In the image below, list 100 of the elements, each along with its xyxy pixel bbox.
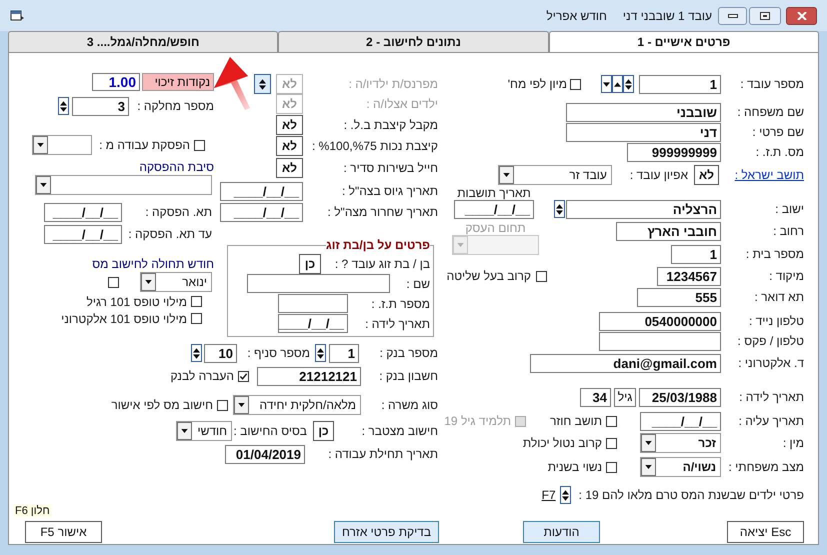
checkbox[interactable]	[194, 140, 205, 150]
checkbox[interactable]	[606, 462, 617, 472]
checkbox[interactable]	[238, 370, 249, 382]
text-field[interactable]: __/__/____	[640, 412, 721, 430]
credit-points-field[interactable]: 1.00	[92, 73, 140, 91]
caret-down-icon	[457, 243, 464, 247]
minimize-button[interactable]	[718, 6, 747, 24]
checkbox[interactable]	[108, 276, 119, 288]
checkbox[interactable]	[536, 270, 547, 282]
tab[interactable]: פרטים אישיים - 1	[548, 31, 819, 52]
dropdown[interactable]: נשוי/ה	[640, 457, 721, 477]
field-label: שם משפחה :	[737, 105, 804, 119]
text-field[interactable]	[247, 274, 390, 293]
link[interactable]: תושב ישראל :	[734, 166, 804, 184]
toggle-button[interactable]: לא	[276, 136, 303, 156]
text-field[interactable]: חובבי הארץ	[616, 222, 721, 240]
text-field[interactable]: dani@gmail.com	[530, 354, 721, 372]
field-label: תאריך עליה :	[738, 414, 804, 428]
text-field[interactable]: __/__/____	[44, 224, 122, 244]
dropdown[interactable]	[32, 135, 92, 155]
toggle-button[interactable]: לא	[276, 115, 303, 135]
link[interactable]: F7	[542, 486, 556, 504]
text-field[interactable]: שובבני	[566, 102, 721, 122]
checkbox[interactable]	[570, 78, 581, 90]
text-field[interactable]: דני	[566, 122, 721, 142]
text-field[interactable]: 1	[671, 244, 721, 264]
dropdown[interactable]: עובד זר	[498, 165, 612, 185]
toggle-button[interactable]: לא	[276, 158, 303, 178]
dialog-button[interactable]: הודעות	[523, 521, 600, 543]
text-field[interactable]: 25/03/1988	[639, 388, 721, 406]
field-label: סוג משרה :	[381, 398, 438, 412]
text-field[interactable]: 3	[72, 96, 129, 116]
field-label: חשבון בנק :	[379, 369, 438, 383]
dropdown-button[interactable]	[641, 434, 656, 452]
text-field[interactable]: __/__/____	[220, 202, 303, 222]
tab[interactable]: חופש/מחלה/גמל.... 3	[8, 31, 278, 52]
dialog-button[interactable]: Esc יציאה	[727, 521, 804, 543]
dropdown-button[interactable]	[33, 136, 48, 154]
toggle-button[interactable]: כן	[313, 421, 334, 441]
text-field[interactable]	[599, 332, 721, 350]
dropdown-button[interactable]	[498, 166, 514, 184]
spin-button[interactable]	[58, 97, 69, 115]
text-field[interactable]: 1234567	[657, 266, 721, 286]
text-field[interactable]: __/__/____	[44, 202, 122, 222]
field-label: מין :	[782, 436, 804, 450]
toggle-button[interactable]: לא	[694, 165, 719, 185]
text-field[interactable]: __/__/____	[220, 182, 303, 200]
dropdown[interactable]: ינואר	[140, 272, 212, 292]
field-label: אפיון עובד :	[630, 168, 688, 182]
spin-button[interactable]	[623, 75, 634, 93]
field-label: חייל בשירות סדיר :	[343, 161, 438, 175]
spin-button[interactable]	[315, 344, 326, 362]
field-label: עד תא. הפסקה :	[128, 227, 212, 241]
tab[interactable]: נתונים לחישוב - 2	[278, 31, 549, 52]
spin-button[interactable]	[560, 486, 571, 504]
checkbox[interactable]	[191, 296, 202, 307]
text-field[interactable]: 10	[204, 344, 237, 362]
dropdown-button[interactable]	[36, 176, 51, 194]
dialog-button[interactable]: בדיקת פרטי אזרח	[334, 521, 439, 543]
dropdown-button[interactable]	[141, 273, 156, 291]
field-label: מספר בנק :	[380, 346, 438, 360]
down-button[interactable]	[601, 75, 612, 93]
close-button[interactable]	[786, 6, 817, 24]
maximize-icon	[760, 12, 770, 20]
checkbox[interactable]	[606, 438, 617, 448]
up-down-arrows-icon	[556, 204, 563, 214]
text-field[interactable]: __/__/____	[454, 200, 534, 219]
field-label: חישוב מס לפי אישור	[111, 398, 213, 412]
checkbox[interactable]	[606, 416, 617, 426]
text-field[interactable]: 1	[329, 344, 359, 362]
text-field[interactable]: הרצליה	[566, 200, 721, 218]
dialog-button[interactable]: אישור F5	[25, 521, 102, 543]
dropdown-button[interactable]	[641, 458, 656, 476]
dropdown[interactable]: זכר	[640, 433, 721, 453]
field-label: מיון לפי מח'	[508, 77, 567, 91]
dropdown[interactable]	[35, 175, 212, 195]
caret-down-icon	[181, 429, 188, 433]
dropdown-button[interactable]	[234, 396, 249, 414]
text-field[interactable]: 0540000000	[599, 312, 721, 330]
section-label: חודש תחולה לחישוב מס	[92, 257, 214, 271]
text-field[interactable]: 34	[580, 388, 611, 406]
text-field[interactable]: 01/04/2019	[225, 444, 305, 464]
spin-button[interactable]	[254, 74, 271, 94]
text-field[interactable]: 21212121	[257, 366, 361, 386]
text-field[interactable]: 555	[637, 288, 721, 306]
up-button[interactable]	[612, 75, 623, 93]
text-field[interactable]: 999999999	[627, 142, 721, 162]
dropdown[interactable]: חודשי	[176, 421, 232, 441]
spin-button[interactable]	[191, 344, 202, 362]
toggle-button[interactable]: כן	[299, 254, 321, 274]
checkbox[interactable]	[217, 400, 228, 410]
window-icon	[10, 10, 24, 22]
dropdown-button[interactable]	[177, 422, 192, 440]
maximize-button[interactable]	[749, 6, 781, 24]
spin-button[interactable]	[554, 200, 565, 218]
text-field[interactable]	[278, 294, 348, 313]
dropdown[interactable]: מלאה/חלקית יחידה	[233, 395, 361, 415]
text-field[interactable]: 1	[639, 74, 721, 94]
checkbox[interactable]	[191, 313, 202, 324]
field-label: תא. הפסקה :	[145, 205, 212, 219]
